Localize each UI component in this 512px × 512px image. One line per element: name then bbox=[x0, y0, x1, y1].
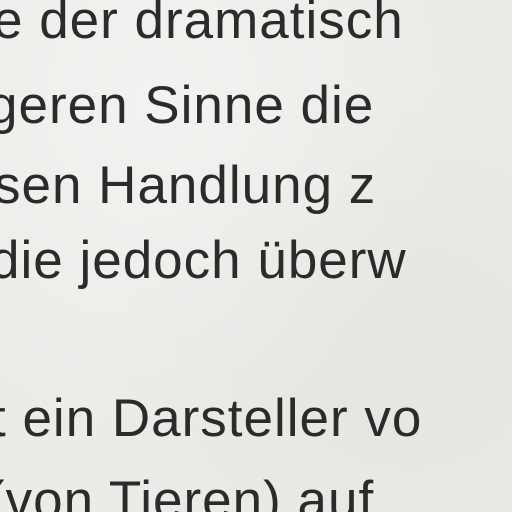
text-line-2: geren Sinne die bbox=[0, 76, 375, 135]
scanned-page: e der dramatisch geren Sinne die sen Han… bbox=[0, 0, 512, 512]
text-line-3: sen Handlung z bbox=[0, 156, 377, 215]
text-line-6: (von Tieren) auf bbox=[0, 471, 375, 512]
text-line-4: die jedoch überw bbox=[0, 231, 407, 290]
text-line-5: t ein Darsteller vo bbox=[0, 389, 423, 448]
text-line-1: e der dramatisch bbox=[0, 0, 404, 50]
